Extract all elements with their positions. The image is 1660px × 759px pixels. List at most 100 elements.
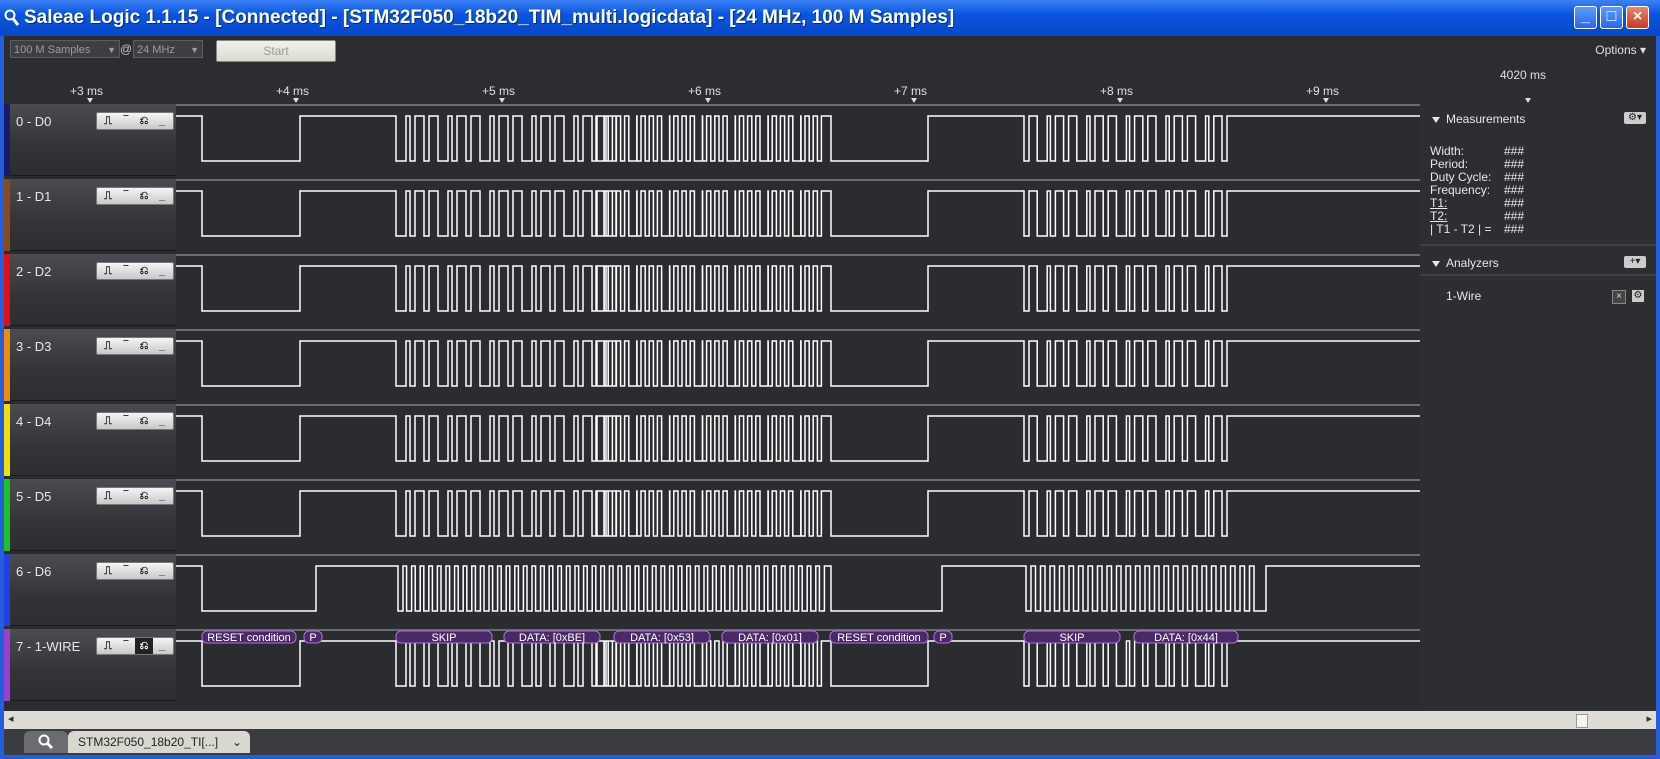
rising-edge-icon[interactable]: ⎍ <box>99 638 117 654</box>
high-level-icon[interactable]: ‾ <box>117 413 135 429</box>
start-button[interactable]: Start <box>216 40 336 62</box>
add-analyzer-icon[interactable]: +▾ <box>1624 256 1646 268</box>
trigger-buttons[interactable]: ⎍ ‾ ⎌ _ <box>96 262 174 280</box>
channel-trace[interactable] <box>176 115 1420 162</box>
window-title: Saleae Logic 1.1.15 - [Connected] - [STM… <box>24 7 955 28</box>
decoder-bubble[interactable]: DATA: [0x44] <box>1133 630 1239 644</box>
channel-header[interactable]: 5 - D5 ⎍ ‾ ⎌ _ <box>4 479 176 551</box>
falling-edge-icon[interactable]: ⎌ <box>135 488 153 504</box>
rising-edge-icon[interactable]: ⎍ <box>99 488 117 504</box>
measure-label[interactable]: T2: <box>1430 209 1447 223</box>
tick-marker-icon <box>499 98 505 103</box>
high-level-icon[interactable]: ‾ <box>117 188 135 204</box>
low-level-icon[interactable]: _ <box>153 488 171 504</box>
high-level-icon[interactable]: ‾ <box>117 488 135 504</box>
high-level-icon[interactable]: ‾ <box>117 638 135 654</box>
analyzers-header[interactable]: Analyzers <box>1432 256 1499 270</box>
maximize-button[interactable]: □ <box>1600 6 1623 29</box>
close-button[interactable]: × <box>1626 6 1649 29</box>
decoder-bubble[interactable]: SKIP <box>1023 630 1121 644</box>
decoder-bubble[interactable]: RESET condition <box>201 630 297 644</box>
decoder-bubble[interactable]: P <box>303 630 323 644</box>
trigger-buttons[interactable]: ⎍ ‾ ⎌ _ <box>96 187 174 205</box>
scroll-thumb[interactable] <box>1576 714 1588 728</box>
high-level-icon[interactable]: ‾ <box>117 113 135 129</box>
channel-trace[interactable] <box>176 190 1420 237</box>
rising-edge-icon[interactable]: ⎍ <box>99 338 117 354</box>
high-level-icon[interactable]: ‾ <box>117 563 135 579</box>
channel-trace[interactable] <box>176 340 1420 387</box>
gear-icon[interactable]: ⚙ <box>1632 290 1644 302</box>
channel-color <box>4 554 10 626</box>
rate-select[interactable]: 24 MHz ▼ <box>133 40 203 58</box>
low-level-icon[interactable]: _ <box>153 563 171 579</box>
rising-edge-icon[interactable]: ⎍ <box>99 188 117 204</box>
trigger-buttons[interactable]: ⎍ ‾ ⎌ _ <box>96 337 174 355</box>
channel-header[interactable]: 2 - D2 ⎍ ‾ ⎌ _ <box>4 254 176 326</box>
low-level-icon[interactable]: _ <box>153 113 171 129</box>
channel-header[interactable]: 0 - D0 ⎍ ‾ ⎌ _ <box>4 104 176 176</box>
trigger-buttons[interactable]: ⎍ ‾ ⎌ _ <box>96 112 174 130</box>
minimize-button[interactable]: _ <box>1574 6 1597 29</box>
time-ruler[interactable]: +3 ms +4 ms +5 ms +6 ms +7 ms +8 ms +9 m… <box>4 64 1656 104</box>
falling-edge-icon[interactable]: ⎌ <box>135 338 153 354</box>
channel-trace[interactable] <box>176 490 1420 537</box>
channel-color <box>4 179 10 251</box>
scroll-right-icon[interactable]: ▸ <box>1646 712 1652 725</box>
waveform-area[interactable]: 0 - D0 ⎍ ‾ ⎌ _ 1 - D1 ⎍ ‾ ⎌ _ 2 - D2 ⎍ ‾ ⎌ _ 3 - … <box>4 104 1420 711</box>
decoder-bubble[interactable]: DATA: [0x01] <box>721 630 819 644</box>
rising-edge-icon[interactable]: ⎍ <box>99 113 117 129</box>
gear-icon[interactable]: ⚙▾ <box>1624 112 1646 124</box>
trigger-buttons[interactable]: ⎍ ‾ ⎌ _ <box>96 637 174 655</box>
channel-trace[interactable] <box>176 265 1420 312</box>
high-level-icon[interactable]: ‾ <box>117 338 135 354</box>
low-level-icon[interactable]: _ <box>153 338 171 354</box>
decoder-bubble[interactable]: DATA: [0xBE] <box>503 630 601 644</box>
decoder-bubble[interactable]: SKIP <box>395 630 493 644</box>
samples-select[interactable]: 100 M Samples ▼ <box>10 40 120 58</box>
trigger-buttons[interactable]: ⎍ ‾ ⎌ _ <box>96 412 174 430</box>
analyzer-item[interactable]: 1-Wire <box>1446 289 1481 303</box>
decoder-bubble[interactable]: DATA: [0x53] <box>613 630 711 644</box>
measurements-header[interactable]: Measurements <box>1432 112 1525 126</box>
channel-header[interactable]: 7 - 1-WIRE ⎍ ‾ ⎌ _ <box>4 629 176 701</box>
channel-header[interactable]: 3 - D3 ⎍ ‾ ⎌ _ <box>4 329 176 401</box>
app-window: Saleae Logic 1.1.15 - [Connected] - [STM… <box>0 0 1660 759</box>
falling-edge-icon[interactable]: ⎌ <box>135 113 153 129</box>
low-level-icon[interactable]: _ <box>153 638 171 654</box>
falling-edge-icon[interactable]: ⎌ <box>135 563 153 579</box>
channel-header[interactable]: 4 - D4 ⎍ ‾ ⎌ _ <box>4 404 176 476</box>
trigger-buttons[interactable]: ⎍ ‾ ⎌ _ <box>96 487 174 505</box>
chevron-down-icon: ▼ <box>107 45 116 55</box>
tick-marker-icon <box>1525 98 1531 103</box>
tab-file[interactable]: STM32F050_18b20_TI[...] ⌄ <box>68 731 250 753</box>
channel-trace[interactable] <box>176 640 1420 687</box>
ruler-tick: +6 ms <box>688 84 722 98</box>
rising-edge-icon[interactable]: ⎍ <box>99 563 117 579</box>
channel-trace[interactable] <box>176 565 1420 612</box>
decoder-bubble[interactable]: P <box>933 630 953 644</box>
rising-edge-icon[interactable]: ⎍ <box>99 263 117 279</box>
low-level-icon[interactable]: _ <box>153 263 171 279</box>
measure-label[interactable]: T1: <box>1430 196 1447 210</box>
tab-search[interactable] <box>24 731 68 753</box>
rising-edge-icon[interactable]: ⎍ <box>99 413 117 429</box>
trigger-buttons[interactable]: ⎍ ‾ ⎌ _ <box>96 562 174 580</box>
horizontal-scrollbar[interactable]: ◂ ▸ <box>4 711 1656 729</box>
falling-edge-icon[interactable]: ⎌ <box>135 413 153 429</box>
channel-header[interactable]: 1 - D1 ⎍ ‾ ⎌ _ <box>4 179 176 251</box>
falling-edge-icon[interactable]: ⎌ <box>135 638 153 654</box>
channel-color <box>4 479 10 551</box>
high-level-icon[interactable]: ‾ <box>117 263 135 279</box>
channel-header[interactable]: 6 - D6 ⎍ ‾ ⎌ _ <box>4 554 176 626</box>
falling-edge-icon[interactable]: ⎌ <box>135 263 153 279</box>
low-level-icon[interactable]: _ <box>153 188 171 204</box>
options-menu[interactable]: Options ▾ <box>1595 43 1646 57</box>
waveform-traces[interactable]: RESET condition P SKIP DATA: [0xBE] DATA: [0… <box>176 104 1420 704</box>
close-icon[interactable]: × <box>1612 290 1626 304</box>
low-level-icon[interactable]: _ <box>153 413 171 429</box>
channel-trace[interactable] <box>176 415 1420 462</box>
scroll-left-icon[interactable]: ◂ <box>8 712 14 725</box>
falling-edge-icon[interactable]: ⎌ <box>135 188 153 204</box>
decoder-bubble[interactable]: RESET condition <box>829 630 929 644</box>
